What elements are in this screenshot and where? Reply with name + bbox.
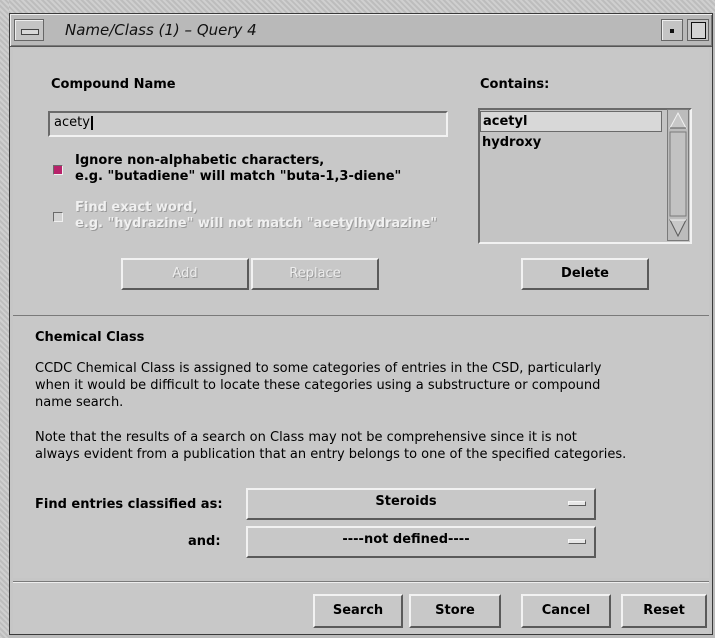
dropdown-indicator-icon [568,539,586,544]
window-menu-button[interactable] [14,19,44,41]
contains-scrollbar[interactable] [667,109,689,241]
exact-word-line1: Find exact word, [75,200,198,215]
store-button[interactable]: Store [409,594,501,628]
para1-line1: CCDC Chemical Class is assigned to some … [35,361,602,376]
class-description-para1: CCDC Chemical Class is assigned to some … [35,360,601,411]
contains-label: Contains: [480,77,550,92]
class-select-1[interactable]: Steroids [246,488,596,520]
chemical-class-heading: Chemical Class [35,330,145,345]
desktop-background-left [0,0,9,638]
find-entries-label: Find entries classified as: [35,497,223,512]
para1-line3: name search. [35,395,124,410]
dialog-window: Name/Class (1) – Query 4 Compound Name a… [9,13,713,635]
para2-line2: always evident from a publication that a… [35,447,627,462]
scrollbar-arrows-icon [669,111,687,238]
delete-button[interactable]: Delete [521,258,649,290]
class-select-1-value: Steroids [375,494,437,509]
maximize-button[interactable] [687,19,709,41]
class-select-2-value: ----not defined---- [342,532,470,547]
list-item[interactable]: hydroxy [480,133,690,152]
exact-word-checkbox[interactable] [53,212,63,222]
replace-button[interactable]: Replace [251,258,379,290]
contains-list[interactable]: acetyl hydroxy [478,108,692,244]
desktop-background-top [0,0,715,13]
cancel-button[interactable]: Cancel [521,594,611,628]
compound-name-panel: Compound Name acety Ignore non-alphabeti… [13,49,709,316]
class-description-para2: Note that the results of a search on Cla… [35,429,626,463]
ignore-non-alpha-label[interactable]: Ignore non-alphabetic characters, e.g. "… [75,153,401,185]
window-menu-icon [21,29,39,35]
ignore-non-alpha-checkbox[interactable] [53,165,63,175]
ignore-non-alpha-line2: e.g. "butadiene" will match "buta-1,3-di… [75,169,402,184]
maximize-icon [691,22,706,39]
class-select-2[interactable]: ----not defined---- [246,526,596,558]
dropdown-indicator-icon [568,501,586,506]
add-button[interactable]: Add [121,258,249,290]
para2-line1: Note that the results of a search on Cla… [35,430,577,445]
search-button[interactable]: Search [313,594,403,628]
ignore-non-alpha-line1: Ignore non-alphabetic characters, [75,153,325,168]
chemical-class-panel: Chemical Class CCDC Chemical Class is as… [13,316,709,578]
compound-name-input[interactable]: acety [48,111,448,137]
reset-button[interactable]: Reset [621,594,707,628]
window-title: Name/Class (1) – Query 4 [65,21,257,39]
compound-name-value: acety [54,115,90,130]
minimize-button[interactable] [661,19,683,41]
compound-name-label: Compound Name [51,77,176,92]
exact-word-line2: e.g. "hydrazine" will not match "acetylh… [75,216,438,231]
list-item[interactable]: acetyl [480,111,662,132]
text-caret [90,115,93,130]
action-bar: Search Store Cancel Reset [13,581,709,634]
exact-word-label: Find exact word, e.g. "hydrazine" will n… [75,200,437,232]
and-label: and: [188,534,221,549]
para1-line2: when it would be difficult to locate the… [35,378,601,393]
title-bar[interactable]: Name/Class (1) – Query 4 [10,14,712,47]
minimize-icon [670,29,674,33]
